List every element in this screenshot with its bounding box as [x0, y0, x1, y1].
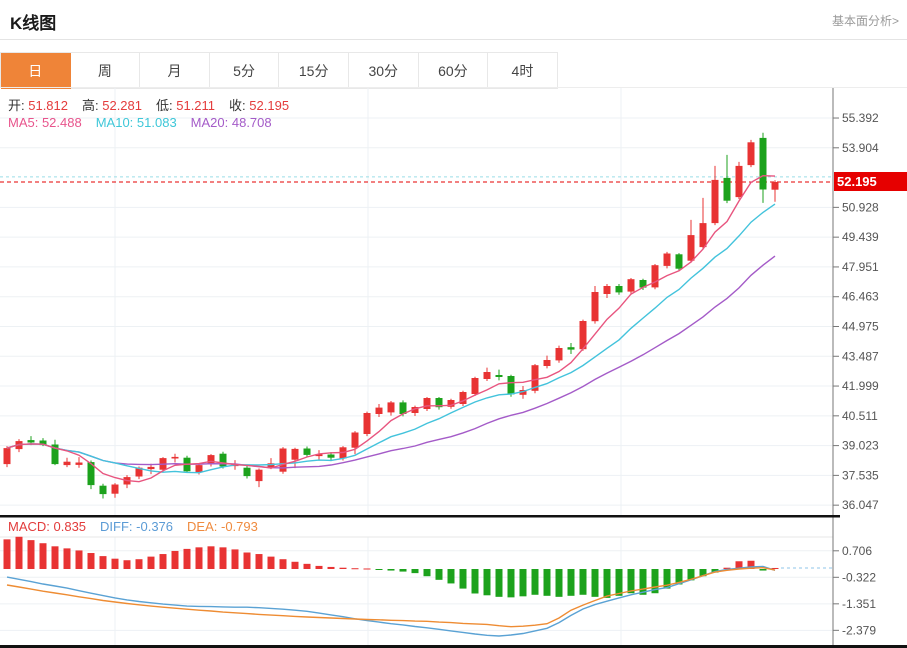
- svg-text:-0.322: -0.322: [842, 570, 876, 584]
- tab-日[interactable]: 日: [1, 53, 71, 89]
- svg-text:53.904: 53.904: [842, 141, 879, 155]
- svg-text:39.023: 39.023: [842, 439, 879, 453]
- tab-周[interactable]: 周: [71, 53, 141, 89]
- legend-value: 52.281: [99, 98, 142, 113]
- svg-text:47.951: 47.951: [842, 260, 879, 274]
- legend-value: 0.835: [50, 519, 86, 534]
- tab-4时[interactable]: 4时: [488, 53, 558, 89]
- ma5-line: [7, 176, 775, 482]
- tab-15分[interactable]: 15分: [279, 53, 349, 89]
- legend-label: MA5:: [8, 115, 38, 130]
- svg-text:-1.351: -1.351: [842, 597, 876, 611]
- legend-value: 51.812: [25, 98, 68, 113]
- kline-chart-canvas[interactable]: 55.392 53.904 50.928 49.439 47.951 46.463 44.9…: [0, 88, 907, 648]
- svg-text:49.439: 49.439: [842, 230, 879, 244]
- legend-label: DIFF:: [100, 519, 133, 534]
- legend-value: -0.376: [133, 519, 173, 534]
- legend-value: -0.793: [217, 519, 257, 534]
- legend-label: 低:: [156, 98, 173, 113]
- legend-value: 52.488: [38, 115, 81, 130]
- page-header: K线图 基本面分析>: [0, 0, 907, 40]
- svg-text:37.535: 37.535: [842, 468, 879, 482]
- tab-5分[interactable]: 5分: [210, 53, 280, 89]
- legend-value: 48.708: [228, 115, 271, 130]
- chart-area: 55.392 53.904 50.928 49.439 47.951 46.463 44.9…: [0, 88, 907, 648]
- svg-text:50.928: 50.928: [842, 200, 879, 214]
- legend-label: 收:: [229, 98, 246, 113]
- dea-line: [7, 568, 775, 627]
- ma10-line: [7, 204, 775, 473]
- svg-text:40.511: 40.511: [842, 409, 878, 423]
- page-title: K线图: [10, 9, 56, 34]
- legend-label: MA10:: [96, 115, 134, 130]
- svg-text:36.047: 36.047: [842, 498, 879, 512]
- legend-value: 51.083: [133, 115, 176, 130]
- legend-value: 51.211: [173, 98, 215, 113]
- tab-30分[interactable]: 30分: [349, 53, 419, 89]
- svg-text:43.487: 43.487: [842, 349, 879, 363]
- svg-text:0.706: 0.706: [842, 544, 872, 558]
- legend-label: MA20:: [191, 115, 229, 130]
- ma-legend: MA5: 52.488 MA10: 51.083 MA20: 48.708: [8, 115, 286, 130]
- tab-60分[interactable]: 60分: [419, 53, 489, 89]
- legend-value: 52.195: [246, 98, 289, 113]
- tab-月[interactable]: 月: [140, 53, 210, 89]
- ohlc-legend: 开: 51.812 高: 52.281 低: 51.211 收: 52.195: [8, 95, 303, 114]
- period-tab-bar: 日周月5分15分30分60分4时: [0, 52, 558, 88]
- legend-label: 开:: [8, 98, 25, 113]
- kline-page: K线图 基本面分析> 日周月5分15分30分60分4时 55.392 53.904…: [0, 0, 907, 648]
- svg-text:-2.379: -2.379: [842, 623, 876, 637]
- candlestick-layer: [4, 133, 779, 499]
- svg-text:55.392: 55.392: [842, 111, 879, 125]
- svg-text:41.999: 41.999: [842, 379, 879, 393]
- legend-label: DEA:: [187, 519, 217, 534]
- legend-label: MACD:: [8, 519, 50, 534]
- legend-label: 高:: [82, 98, 99, 113]
- macd-legend: MACD: 0.835 DIFF: -0.376 DEA: -0.793: [8, 519, 272, 534]
- svg-text:46.463: 46.463: [842, 290, 879, 304]
- fundamental-analysis-link[interactable]: 基本面分析>: [832, 12, 899, 29]
- current-price-badge: 52.195: [834, 172, 907, 191]
- svg-text:44.975: 44.975: [842, 319, 879, 333]
